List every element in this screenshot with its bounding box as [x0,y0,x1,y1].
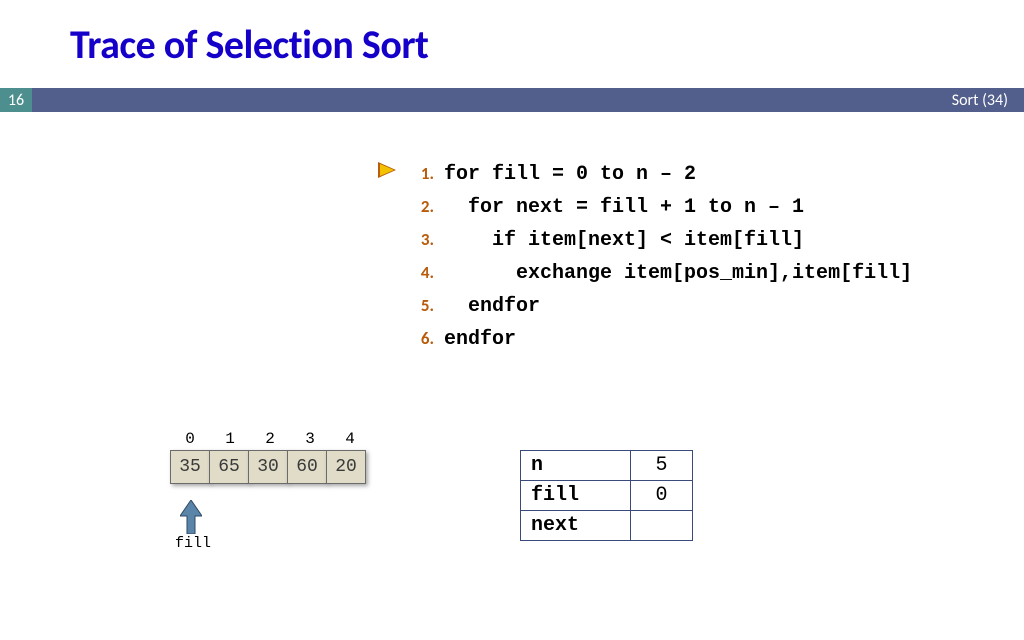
array-visual: 0 1 2 3 4 35 65 30 60 20 [170,430,370,484]
code-text: for next = fill + 1 to n – 1 [444,192,804,224]
code-text: exchange item[pos_min],item[fill] [444,258,912,290]
array-cell: 60 [287,450,327,484]
line-number: 6. [400,323,444,355]
var-name: n [521,451,631,481]
table-row: n 5 [521,451,693,481]
table-row: fill 0 [521,481,693,511]
code-line: 6. endfor [400,323,912,356]
code-text: endfor [444,291,540,323]
array-index: 4 [330,430,370,448]
code-line: 3. if item[next] < item[fill] [400,224,912,257]
line-number: 3. [400,224,444,256]
var-value: 0 [631,481,693,511]
code-line: 4. exchange item[pos_min],item[fill] [400,257,912,290]
array-cell: 35 [170,450,210,484]
var-name: fill [521,481,631,511]
header-bar: 16 Sort (34) [0,88,1024,112]
array-index: 1 [210,430,250,448]
array-cell: 65 [209,450,249,484]
var-value: 5 [631,451,693,481]
code-text: if item[next] < item[fill] [444,225,804,257]
line-number: 4. [400,257,444,289]
fill-pointer-arrow-icon [180,500,202,534]
table-row: next [521,511,693,541]
var-value [631,511,693,541]
code-text: endfor [444,324,516,356]
line-number: 5. [400,290,444,322]
array-cell: 30 [248,450,288,484]
code-line: 5. endfor [400,290,912,323]
header-right-label: Sort (34) [952,91,1008,110]
variables-table: n 5 fill 0 next [520,450,693,541]
code-text: for fill = 0 to n – 2 [444,159,696,191]
current-line-marker-icon [380,164,394,176]
line-number: 1. [400,158,444,190]
array-index: 0 [170,430,210,448]
line-number: 2. [400,191,444,223]
array-cell: 20 [326,450,366,484]
slide-title: Trace of Selection Sort [70,20,428,69]
code-line: 2. for next = fill + 1 to n – 1 [400,191,912,224]
cell-row: 35 65 30 60 20 [170,450,370,484]
var-name: next [521,511,631,541]
pseudocode-block: 1. for fill = 0 to n – 2 2. for next = f… [400,158,912,356]
code-line: 1. for fill = 0 to n – 2 [400,158,912,191]
slide-number: 16 [0,88,32,112]
fill-pointer-label: fill [170,535,216,552]
array-index: 3 [290,430,330,448]
array-index: 2 [250,430,290,448]
index-row: 0 1 2 3 4 [170,430,370,448]
